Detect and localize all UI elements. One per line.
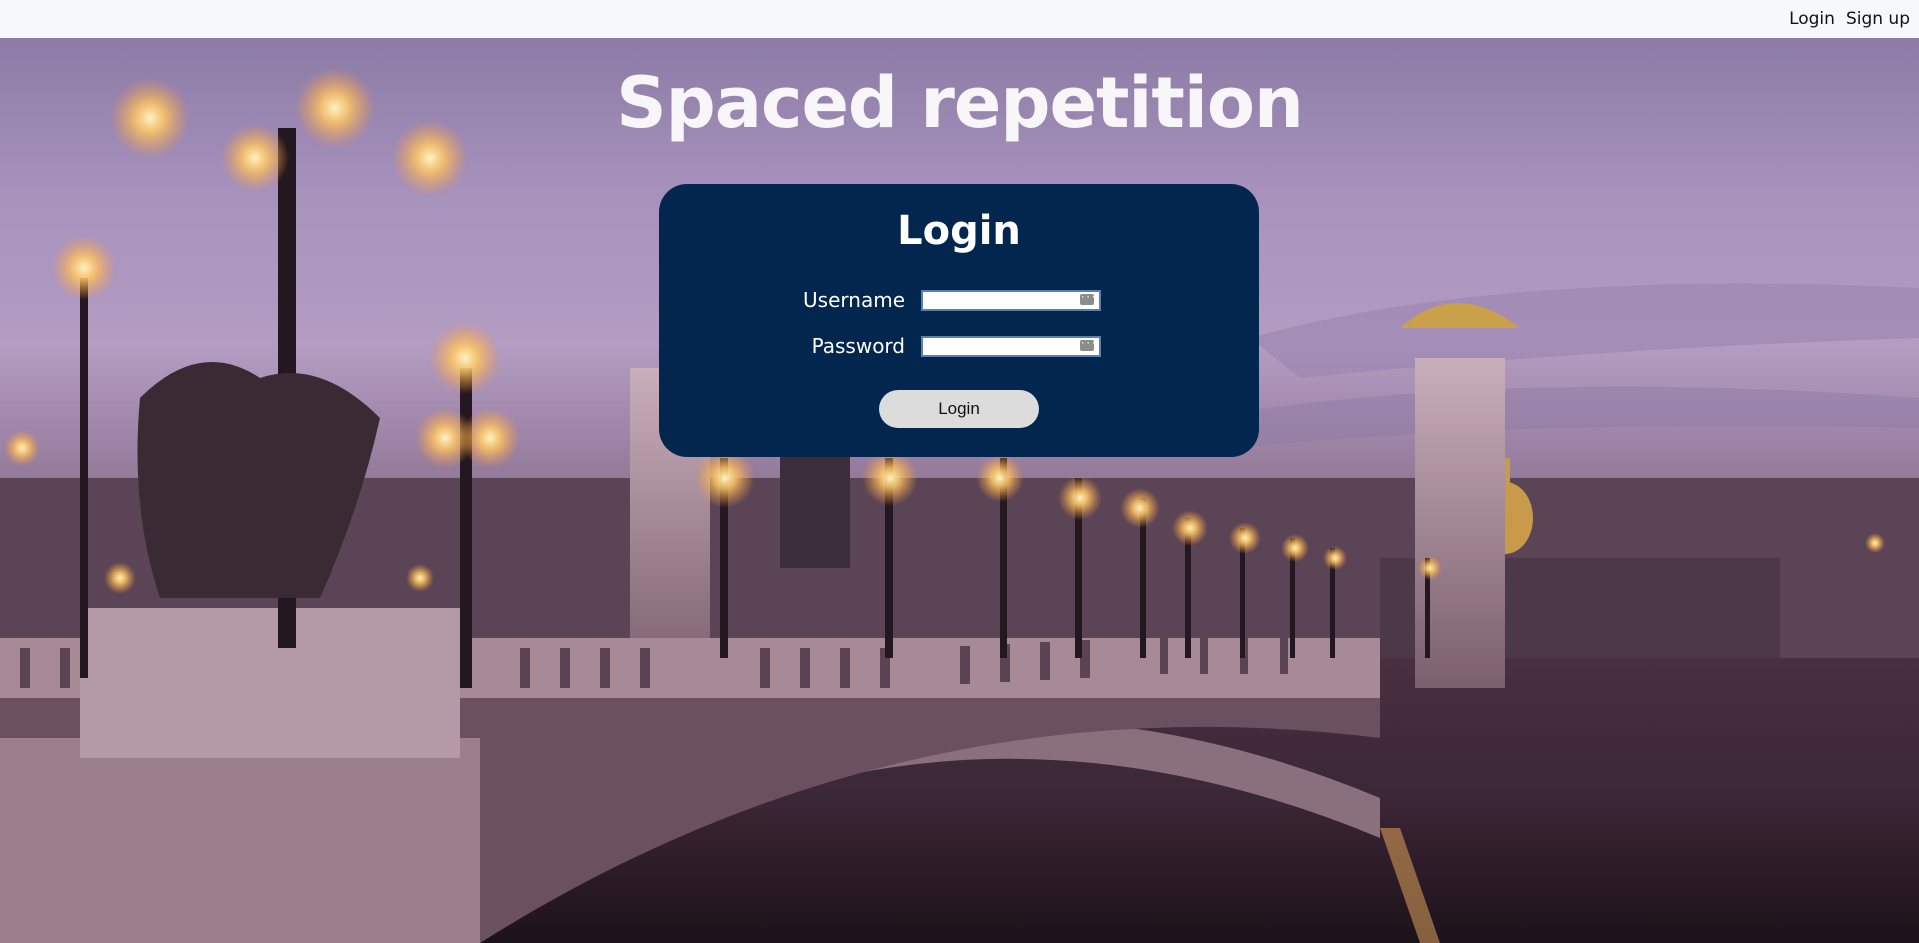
login-card: Login Username ··· Password ··· Login — [659, 184, 1259, 457]
bridge-illustration — [0, 68, 1919, 943]
password-input[interactable] — [921, 336, 1101, 357]
top-navigation: Login Sign up — [0, 0, 1919, 38]
password-manager-key-icon[interactable]: ··· — [1080, 294, 1096, 305]
page-title: Spaced repetition — [616, 62, 1304, 144]
nav-login-link[interactable]: Login — [1789, 9, 1835, 29]
login-heading: Login — [897, 208, 1021, 254]
password-label: Password — [811, 334, 905, 358]
background-photo-paris-bridge — [0, 38, 1919, 943]
username-input[interactable] — [921, 290, 1101, 311]
password-manager-key-icon[interactable]: ··· — [1080, 340, 1096, 351]
username-label: Username — [803, 288, 905, 312]
login-submit-button[interactable]: Login — [879, 390, 1039, 428]
nav-signup-link[interactable]: Sign up — [1846, 9, 1910, 29]
